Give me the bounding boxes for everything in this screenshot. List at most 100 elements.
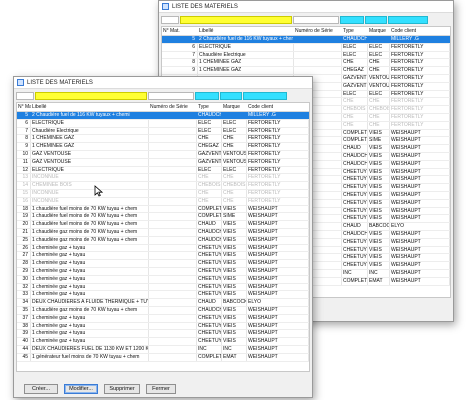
cell-marque — [368, 36, 390, 43]
filter-libelle-input[interactable] — [180, 15, 292, 24]
table-row[interactable]: 25 1 chaudière gaz moins de 70 KW tuyau +… — [17, 236, 309, 245]
table-row[interactable]: 37 1 cheminée gaz + tuyau CHEETUY VIEIS WEIS… — [17, 314, 309, 323]
filter-code-input[interactable] — [243, 91, 287, 100]
front-window-titlebar[interactable]: LISTE DES MATERIELS — [14, 77, 312, 89]
cell-type: COMPLET — [343, 277, 368, 285]
cell-type: CHEETUY — [198, 283, 222, 291]
table-row[interactable]: 45 1 générateur fuel moins de 70 KW tuyau… — [17, 353, 309, 362]
table-row[interactable]: 6 ELECTRIQUE ELEC ELEC FERTORETLY — [17, 119, 309, 128]
cell-num: 12 — [17, 166, 31, 174]
table-row[interactable]: 13 INCONNUE CHE CHE FERTORETLY — [17, 174, 309, 183]
table-row[interactable]: 91 CHEMINEE GAZ CHEGAZ CHE FERTORETLY — [162, 67, 450, 75]
col-header-libelle[interactable]: Libellé — [31, 103, 149, 111]
cell-num: 34 — [17, 299, 31, 306]
table-row[interactable]: 29 1 cheminée gaz + tuyau CHEETUY VIEIS WEIS… — [17, 267, 309, 276]
cell-type: COMPLET — [343, 137, 368, 145]
cell-serie — [294, 59, 342, 67]
table-row[interactable]: 44 DEUX CHAUDIERES FUEL DE 1130 KW ET 120… — [17, 345, 309, 354]
table-row[interactable]: 19 1 chaudière fuel moins de 70 KW tuyau … — [17, 213, 309, 222]
filter-num-input[interactable] — [16, 91, 34, 100]
col-header-num[interactable]: N° Mat. — [162, 27, 198, 35]
filter-marque-input[interactable] — [220, 91, 242, 100]
col-header-type[interactable]: Type — [342, 27, 368, 35]
table-row[interactable]: 52 Chaudière fuel de 116 KW tuyaux + che… — [17, 112, 309, 120]
filter-serie-input[interactable] — [148, 91, 194, 100]
filter-type-input[interactable] — [340, 15, 364, 24]
col-header-serie[interactable]: Numéro de Série — [149, 103, 197, 111]
cell-code: FERTORETLY — [247, 150, 309, 158]
table-row[interactable]: 21 1 chaudière gaz moins de 70 KW tuyau +… — [17, 228, 309, 237]
cell-code: FERTORETLY — [390, 59, 450, 67]
cell-libelle: 1 chaudière gaz moins de 70 KW tuyau + c… — [31, 306, 149, 314]
cell-type: CHEETUY — [343, 199, 368, 207]
col-header-serie[interactable]: Numéro de Série — [294, 27, 342, 35]
table-row[interactable]: 35 1 chaudière gaz moins de 70 KW tuyau +… — [17, 306, 309, 315]
col-header-marque[interactable]: Marque — [222, 103, 247, 111]
table-row[interactable]: 30 1 cheminée gaz + tuyau CHEETUY VIEIS WEIS… — [17, 275, 309, 284]
table-row[interactable]: 7 Chaudière Electrique ELEC ELEC FERTORETLY — [17, 127, 309, 136]
filter-marque-input[interactable] — [365, 15, 387, 24]
col-header-marque[interactable]: Marque — [368, 27, 390, 35]
cell-type: CHAUD — [342, 145, 368, 152]
table-row[interactable]: 40 1 cheminée gaz + tuyau CHEETUY VIEIS WEIS… — [17, 338, 309, 346]
cell-code: WEISHAUPT — [390, 129, 450, 137]
cell-marque: BABCOCK — [369, 223, 390, 230]
cell-type: CHEETUY — [198, 267, 222, 275]
cell-type: CHEETUY — [198, 322, 222, 330]
cell-libelle: 1 chaudière gaz moins de 70 KW tuyau + c… — [31, 236, 149, 244]
filter-num-input[interactable] — [161, 15, 179, 24]
cell-num: 13 — [17, 174, 31, 182]
cell-marque: VIEIS — [222, 236, 247, 244]
table-row[interactable]: 12 ELECTRIQUE ELEC ELEC FERTORETLY — [17, 166, 309, 175]
table-row[interactable]: 10 GAZ VENTOUSE GAZVENT VENTOUS FERTORETLY — [17, 150, 309, 159]
table-row[interactable]: 33 1 cheminée gaz + tuyau CHEETUY VIEIS WEIS… — [17, 291, 309, 300]
table-row[interactable]: 18 1 chaudière fuel moins de 70 KW tuyau … — [17, 205, 309, 214]
close-button[interactable]: Fermer — [146, 384, 176, 394]
table-row[interactable]: 14 CHEMINEE BOIS CHEBOIS CHEBOIS FERTORETLY — [17, 182, 309, 190]
table-row[interactable]: 52 Chaudière fuel de 116 KW tuyaux + che… — [162, 36, 450, 44]
cell-type: CHE — [197, 189, 222, 197]
cell-num: 5 — [162, 36, 198, 43]
table-row[interactable]: 81 CHEMINEE GAZ CHE CHE FERTORETLY — [162, 59, 450, 68]
filter-serie-input[interactable] — [293, 15, 339, 24]
table-row[interactable]: 32 1 cheminée gaz + tuyau CHEETUY VIEIS WEIS… — [17, 283, 309, 292]
table-row[interactable]: 11 GAZ VENTOUSE GAZVENT VENTOUS FERTORETLY — [17, 158, 309, 167]
table-row[interactable]: 28 1 cheminée gaz + tuyau CHEETUY VIEIS WEIS… — [17, 260, 309, 268]
filter-code-input[interactable] — [388, 15, 428, 24]
front-button-bar: Créer... Modifier... Supprimer Fermer — [14, 381, 312, 397]
cell-marque: VIEIS — [368, 215, 390, 223]
cell-serie — [149, 330, 197, 338]
cell-marque: CHE — [222, 143, 247, 150]
table-row[interactable]: 6 ELECTRIQUE ELEC ELEC FERTORETLY — [162, 43, 450, 52]
col-header-code[interactable]: Code client — [390, 27, 450, 35]
modify-button[interactable]: Modifier... — [64, 384, 98, 394]
cell-type: CHEETUY — [343, 184, 368, 191]
table-row[interactable]: 34 DEUX CHAUDIERES A FLUIDE THERMIQUE + T… — [17, 299, 309, 307]
col-header-num[interactable]: N° Mat. — [17, 103, 31, 111]
col-header-libelle[interactable]: Libellé — [198, 27, 294, 35]
filter-libelle-input[interactable] — [35, 91, 147, 100]
delete-button[interactable]: Supprimer — [104, 384, 140, 394]
table-row[interactable]: 81 CHEMINEE GAZ CHE CHE FERTORETLY — [17, 135, 309, 144]
col-header-type[interactable]: Type — [197, 103, 222, 111]
filter-type-input[interactable] — [195, 91, 219, 100]
table-row[interactable]: 27 1 cheminée gaz + tuyau CHEETUY VIEIS WEIS… — [17, 252, 309, 261]
table-row[interactable]: 38 1 cheminée gaz + tuyau CHEETUY VIEIS WEIS… — [17, 322, 309, 331]
table-row[interactable]: 15 INCONNUE CHE CHE FERTORETLY — [17, 189, 309, 198]
cell-type: CHEETUY — [198, 260, 222, 267]
table-row[interactable]: 16 INCONNUE CHE CHE FERTORETLY — [17, 197, 309, 206]
table-row[interactable]: 39 1 cheminée gaz + tuyau CHEETUY VIEIS WEIS… — [17, 330, 309, 339]
cell-num: 19 — [17, 213, 31, 221]
table-row[interactable]: 7 Chaudière Electrique ELEC ELEC FERTORETLY — [162, 51, 450, 60]
table-row[interactable]: 91 CHEMINEE GAZ CHEGAZ CHE FERTORETLY — [17, 143, 309, 151]
table-row[interactable]: 20 1 chaudière fuel moins de 70 KW tuyau … — [17, 221, 309, 229]
back-window-titlebar[interactable]: LISTE DES MATERIELS — [159, 1, 453, 13]
cell-libelle: 1 cheminée gaz + tuyau — [31, 244, 149, 252]
cell-marque: VIEIS — [368, 254, 390, 262]
cell-serie — [149, 174, 197, 182]
cell-num: 28 — [17, 260, 31, 267]
table-row[interactable]: 26 1 cheminée gaz + tuyau CHEETUY VIEIS WEIS… — [17, 244, 309, 253]
col-header-code[interactable]: Code client — [247, 103, 309, 111]
front-table-body: 52 Chaudière fuel de 116 KW tuyaux + che… — [17, 112, 309, 362]
create-button[interactable]: Créer... — [24, 384, 58, 394]
